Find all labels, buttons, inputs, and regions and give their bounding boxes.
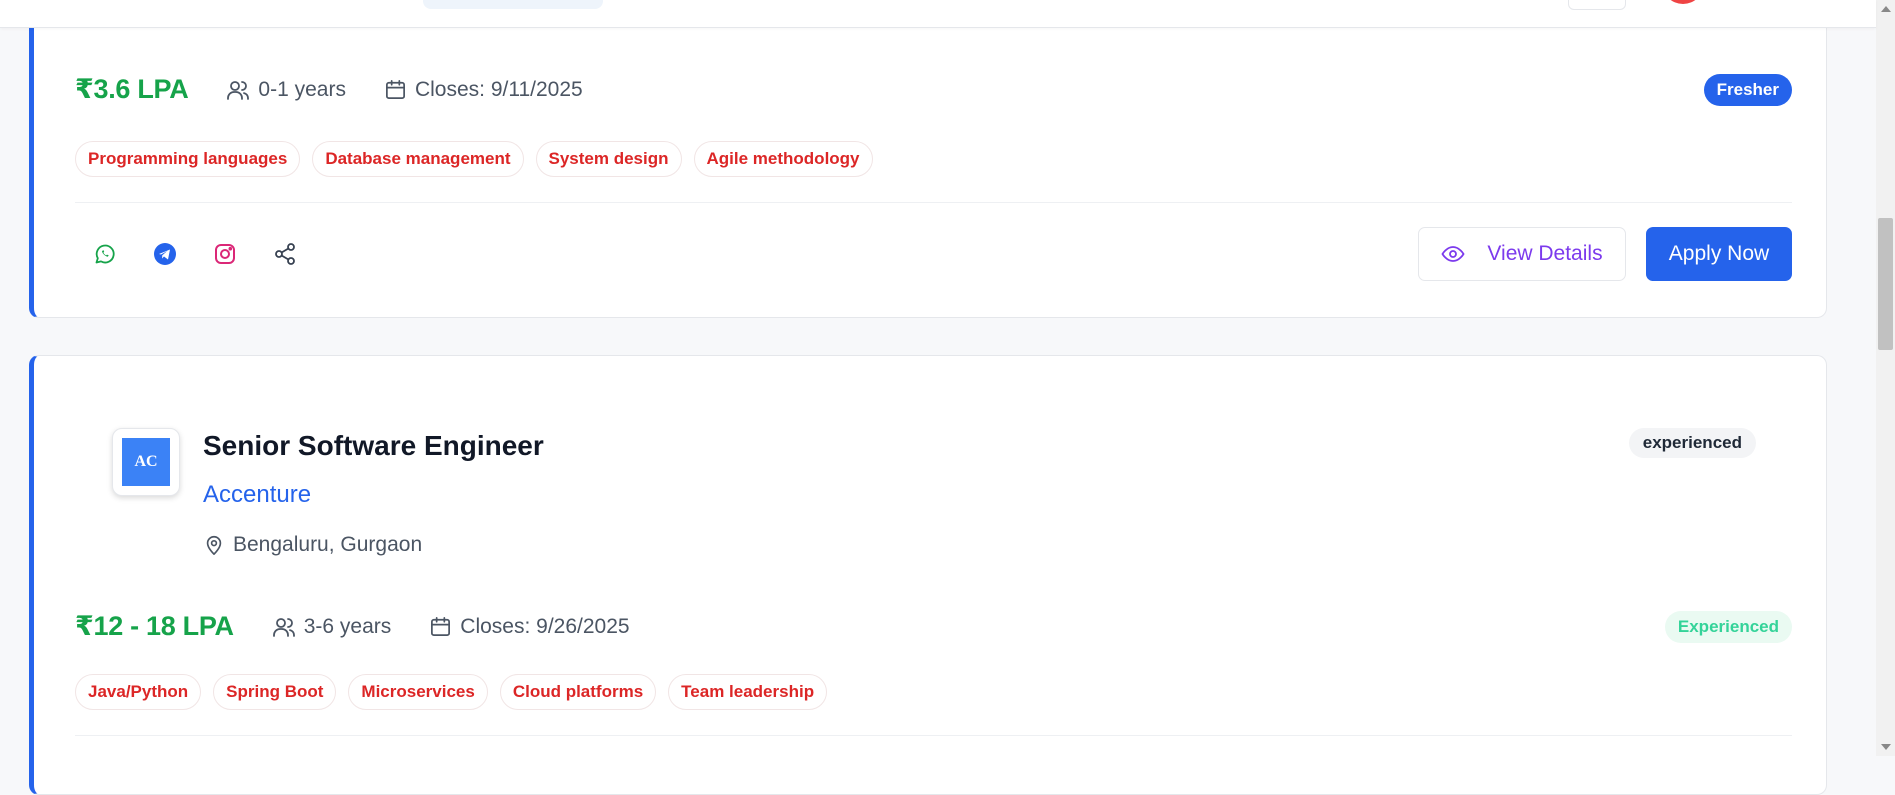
share-buttons xyxy=(75,234,315,274)
company-logo: AC xyxy=(112,428,180,496)
users-icon xyxy=(272,617,295,637)
map-pin-icon xyxy=(206,535,222,555)
scroll-down-arrow-icon[interactable] xyxy=(1881,744,1891,750)
view-details-button[interactable]: View Details xyxy=(1418,227,1626,281)
avatar[interactable] xyxy=(1662,0,1704,4)
scroll-up-arrow-icon[interactable] xyxy=(1881,6,1891,12)
skill-tag: Cloud platforms xyxy=(499,674,657,710)
job-location: Bengaluru, Gurgaon xyxy=(203,533,422,557)
share-icon[interactable] xyxy=(255,234,315,274)
salary: ₹12 - 18 LPA xyxy=(75,611,234,641)
calendar-icon xyxy=(431,617,451,636)
closing-date: Closes: 9/26/2025 xyxy=(429,614,630,639)
closing-date: Closes: 9/11/2025 xyxy=(384,78,583,102)
skill-tag: Microservices xyxy=(348,674,488,710)
job-meta-row: ₹12 - 18 LPA 3-6 years Closes: 9/26/2025 xyxy=(75,611,668,642)
skills-list: Java/Python Spring Boot Microservices Cl… xyxy=(75,674,839,710)
top-navbar xyxy=(0,0,1876,28)
skills-list: Programming languages Database managemen… xyxy=(75,141,885,177)
experience-level-tag: experienced xyxy=(1628,428,1756,458)
skill-tag: Spring Boot xyxy=(213,674,337,710)
header-icon-button[interactable] xyxy=(1568,0,1626,10)
divider xyxy=(75,202,1792,203)
closing-date-text: Closes: 9/26/2025 xyxy=(460,614,630,638)
skill-tag: Programming languages xyxy=(75,141,301,177)
nav-active-pill[interactable] xyxy=(423,0,603,9)
job-title: Senior Software Engineer xyxy=(203,430,544,461)
skill-tag: Team leadership xyxy=(668,674,828,710)
location-text: Bengaluru, Gurgaon xyxy=(233,533,423,556)
skill-tag: Agile methodology xyxy=(693,141,873,177)
experience: 3-6 years xyxy=(272,614,392,639)
job-card: ₹3.6 LPA 0-1 years Closes: 9/11/2025 Fre… xyxy=(29,0,1827,318)
closing-date-text: Closes: 9/11/2025 xyxy=(414,77,583,101)
company-name-link[interactable]: Accenture xyxy=(203,481,311,509)
experience: 0-1 years xyxy=(226,78,346,102)
divider xyxy=(75,735,1792,736)
scrollbar-thumb[interactable] xyxy=(1878,218,1893,350)
job-card: AC Senior Software Engineer Accenture Be… xyxy=(29,355,1827,795)
apply-now-label: Apply Now xyxy=(1668,242,1770,265)
telegram-icon[interactable] xyxy=(135,234,195,274)
calendar-icon xyxy=(385,80,405,99)
whatsapp-icon[interactable] xyxy=(75,234,135,274)
company-logo-initials: AC xyxy=(122,438,170,486)
view-details-label: View Details xyxy=(1487,242,1603,265)
job-type-badge: Experienced xyxy=(1664,611,1792,643)
experience-text: 3-6 years xyxy=(303,614,392,638)
page-scrollbar[interactable] xyxy=(1876,0,1895,756)
skill-tag: Java/Python xyxy=(75,674,202,710)
skill-tag: System design xyxy=(535,141,682,177)
experience-text: 0-1 years xyxy=(258,77,346,101)
skill-tag: Database management xyxy=(312,141,524,177)
job-type-badge: Fresher xyxy=(1703,74,1792,106)
users-icon xyxy=(227,80,250,100)
apply-now-button[interactable]: Apply Now xyxy=(1646,227,1792,281)
job-meta-row: ₹3.6 LPA 0-1 years Closes: 9/11/2025 xyxy=(75,74,621,105)
salary: ₹3.6 LPA xyxy=(75,74,189,104)
instagram-icon[interactable] xyxy=(195,234,255,274)
eye-icon xyxy=(1441,246,1465,262)
